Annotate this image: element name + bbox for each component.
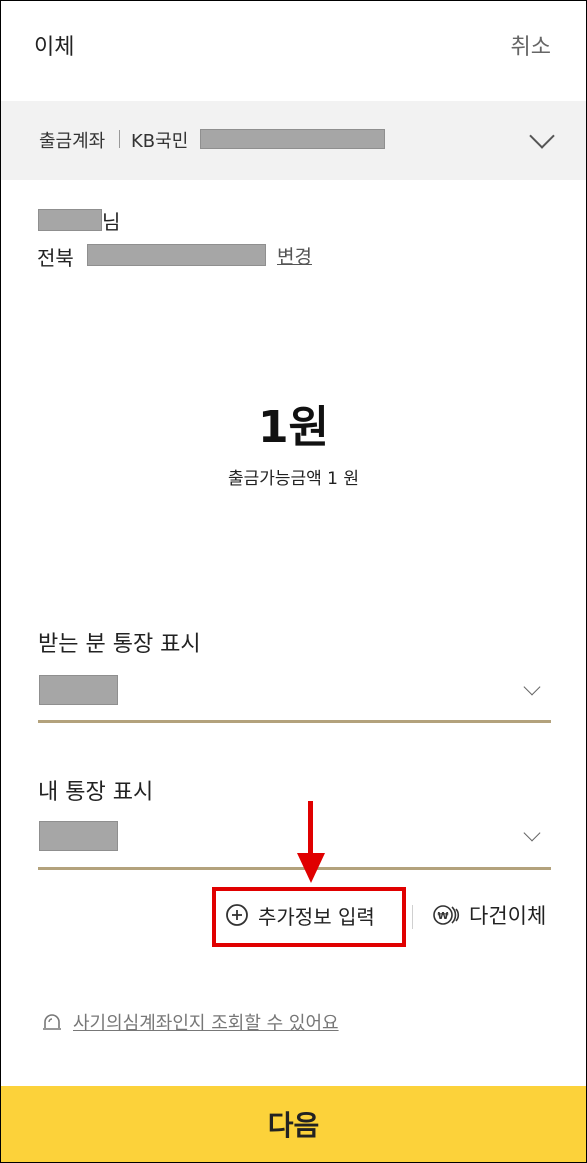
header: 이체 취소 [1, 1, 586, 101]
recipient-bank: 전북 [37, 246, 74, 270]
chevron-down-icon[interactable] [523, 678, 541, 696]
arrow-down-icon [308, 801, 313, 856]
transfer-amount: 1원 [257, 402, 330, 453]
redacted-account-number [200, 129, 385, 149]
divider [119, 130, 120, 148]
withdraw-account-bank: KB국민 [131, 131, 189, 152]
recipient-name-suffix: 님 [102, 210, 121, 234]
multi-transfer-icon: ₩ [433, 905, 460, 925]
fraud-check-label: 사기의심계좌인지 조회할 수 있어요 [73, 1013, 339, 1034]
my-memo-label: 내 통장 표시 [38, 780, 154, 805]
svg-text:₩: ₩ [437, 911, 448, 922]
multi-transfer-button[interactable]: ₩ 다건이체 [431, 901, 546, 929]
multi-transfer-label: 다건이체 [469, 904, 547, 928]
arrow-head [297, 853, 325, 883]
withdraw-account-label: 출금계좌 [39, 131, 106, 152]
transfer-screen: 이체 취소 출금계좌 KB국민 님 전북 변경 1원 출금가능금액 1 원 받는… [0, 0, 587, 1163]
recipient-memo-label: 받는 분 통장 표시 [38, 632, 201, 657]
plus-circle-icon [226, 904, 248, 926]
page-title: 이체 [34, 35, 75, 60]
available-balance: 출금가능금액 1 원 [227, 469, 360, 489]
chevron-down-icon [529, 123, 555, 149]
add-info-button[interactable]: 추가정보 입력 [225, 901, 375, 929]
siren-icon [43, 1014, 61, 1030]
my-memo-input[interactable] [39, 821, 118, 851]
my-memo-underline [38, 867, 551, 870]
add-info-label: 추가정보 입력 [258, 904, 375, 929]
fraud-check-link[interactable]: 사기의심계좌인지 조회할 수 있어요 [41, 1009, 339, 1035]
divider [412, 905, 413, 929]
cancel-button[interactable]: 취소 [511, 29, 551, 61]
recipient-memo-underline [38, 720, 551, 723]
withdraw-account-selector[interactable]: 출금계좌 KB국민 [1, 101, 586, 180]
redacted-recipient-name [38, 209, 102, 231]
chevron-down-icon[interactable] [523, 824, 541, 842]
recipient-memo-input[interactable] [39, 675, 118, 705]
next-button[interactable]: 다음 [1, 1086, 586, 1162]
change-recipient-link[interactable]: 변경 [277, 242, 312, 269]
redacted-recipient-account [87, 244, 266, 266]
